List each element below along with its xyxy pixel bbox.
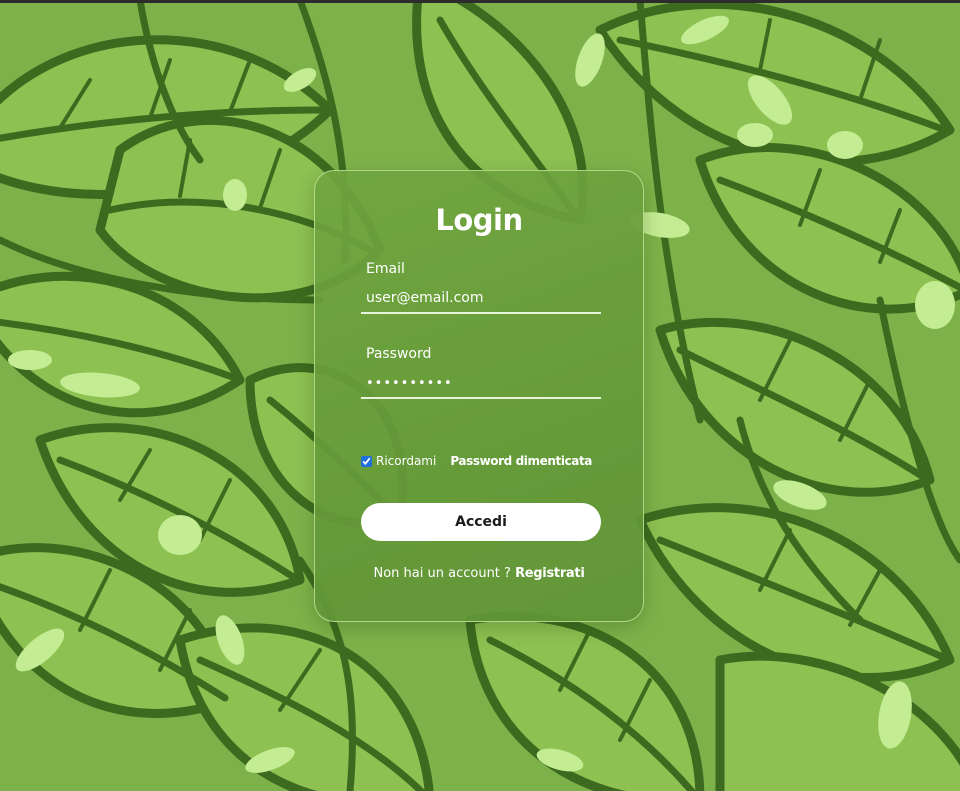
email-input[interactable] (361, 284, 601, 314)
password-field-group: Password (361, 345, 601, 399)
password-label: Password (366, 346, 432, 362)
password-input[interactable] (361, 369, 601, 399)
register-prompt: Non hai un account ? (373, 566, 511, 581)
login-submit-button[interactable]: Accedi (361, 503, 601, 541)
remember-me[interactable]: Ricordami (361, 454, 436, 468)
login-card: Login Email Password Ricordami Password … (314, 170, 644, 622)
login-page: Login Email Password Ricordami Password … (0, 0, 960, 791)
email-label: Email (366, 261, 405, 277)
login-title: Login (435, 203, 523, 237)
email-field-group: Email (361, 260, 601, 314)
forgot-password-link[interactable]: Password dimenticata (450, 454, 592, 468)
register-row: Non hai un account ? Registrati (315, 566, 643, 581)
login-options-row: Ricordami Password dimenticata (361, 452, 606, 470)
remember-checkbox[interactable] (361, 455, 372, 467)
window-top-border (0, 0, 960, 3)
remember-label: Ricordami (376, 454, 437, 468)
register-link[interactable]: Registrati (515, 566, 585, 581)
